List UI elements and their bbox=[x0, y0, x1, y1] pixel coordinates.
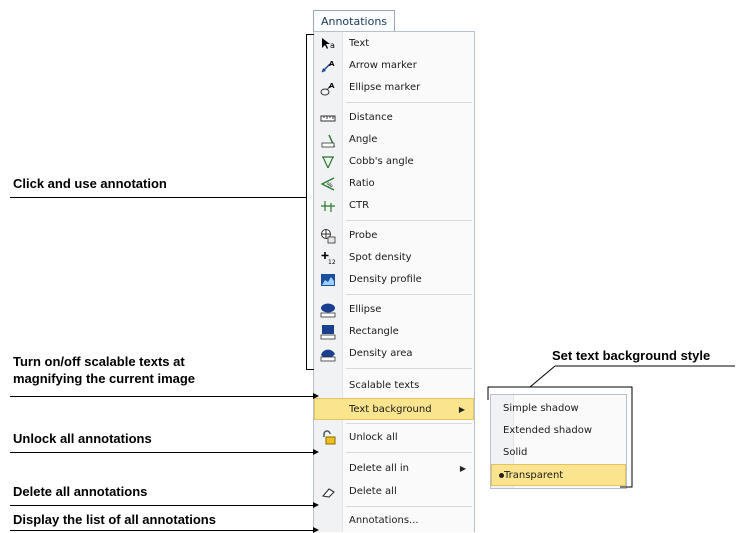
menu-item-spot-density[interactable]: 12 Spot density bbox=[314, 247, 474, 269]
tools-bracket-bottom bbox=[306, 369, 314, 370]
svg-text:%: % bbox=[327, 182, 333, 189]
menu-item-ellipse[interactable]: Ellipse bbox=[314, 299, 474, 321]
menu-item-delete-all[interactable]: Delete all bbox=[314, 481, 474, 503]
note-display-list-line bbox=[10, 530, 314, 531]
arrowhead-icon bbox=[313, 502, 319, 508]
ruler-icon bbox=[320, 115, 336, 122]
menu-item-arrow-marker[interactable]: A Arrow marker bbox=[314, 55, 474, 77]
menu-item-unlock-all[interactable]: Unlock all bbox=[314, 427, 474, 449]
density-profile-icon bbox=[321, 274, 335, 286]
menu-item-angle[interactable]: Angle bbox=[314, 129, 474, 151]
note-unlock-line bbox=[10, 452, 314, 453]
arrowhead-icon bbox=[313, 393, 319, 399]
tools-bracket bbox=[306, 34, 307, 370]
menu-item-distance[interactable]: Distance bbox=[314, 107, 474, 129]
note-scalable-texts: Turn on/off scalable texts at magnifying… bbox=[13, 353, 195, 387]
menu-separator bbox=[346, 423, 472, 424]
angle-icon bbox=[321, 134, 336, 148]
menu-item-ctr[interactable]: CTR bbox=[314, 195, 474, 217]
menu-item-cobbs-angle[interactable]: Cobb's angle bbox=[314, 151, 474, 173]
unlock-icon bbox=[323, 430, 336, 445]
note-click-use-line bbox=[10, 197, 306, 198]
menu-separator bbox=[346, 452, 472, 453]
menu-item-rectangle[interactable]: Rectangle bbox=[314, 321, 474, 343]
rectangle-icon bbox=[320, 325, 336, 340]
menu-item-ellipse-marker[interactable]: A Ellipse marker bbox=[314, 77, 474, 99]
menu-item-density-profile[interactable]: Density profile bbox=[314, 269, 474, 291]
menu-separator bbox=[346, 220, 472, 221]
note-scalable-line bbox=[10, 396, 314, 397]
menu-separator bbox=[346, 368, 472, 369]
ctr-icon bbox=[321, 201, 335, 212]
menu-item-ratio[interactable]: % Ratio bbox=[314, 173, 474, 195]
menu-item-density-area[interactable]: Density area bbox=[314, 343, 474, 365]
text-background-bracket bbox=[487, 365, 735, 488]
spot-density-icon: 12 bbox=[321, 252, 336, 266]
menu-item-text-background[interactable]: Text background ▶ bbox=[314, 398, 474, 420]
menu-item-annotations-list[interactable]: Annotations... bbox=[314, 510, 474, 532]
note-scalable-line2: magnifying the current image bbox=[13, 371, 196, 386]
menu-item-delete-all-in[interactable]: Delete all in ▶ bbox=[314, 458, 474, 480]
arrowhead-icon bbox=[313, 449, 319, 455]
probe-icon bbox=[321, 229, 336, 244]
text-cursor-icon: a bbox=[322, 38, 335, 50]
svg-text:12: 12 bbox=[328, 259, 336, 266]
menu-item-text[interactable]: a Text bbox=[314, 33, 474, 55]
arrowhead-icon bbox=[313, 527, 319, 533]
tools-bracket-top bbox=[306, 34, 314, 35]
note-delete: Delete all annotations bbox=[13, 484, 148, 499]
svg-text:A: A bbox=[329, 82, 335, 90]
note-scalable-line1: Turn on/off scalable texts at bbox=[13, 354, 185, 369]
ratio-icon: % bbox=[320, 177, 335, 191]
arrow-marker-icon: A bbox=[321, 60, 335, 73]
svg-text:a: a bbox=[330, 41, 335, 50]
density-area-icon bbox=[320, 349, 336, 362]
svg-text:A: A bbox=[329, 60, 335, 68]
note-click-use: Click and use annotation bbox=[13, 176, 167, 191]
menu-separator bbox=[346, 294, 472, 295]
note-delete-line bbox=[10, 505, 314, 506]
note-text-background: Set text background style bbox=[552, 348, 711, 363]
ellipse-marker-icon: A bbox=[320, 82, 335, 96]
menu-separator bbox=[346, 102, 472, 103]
menu-item-scalable-texts[interactable]: Scalable texts bbox=[314, 375, 474, 397]
ellipse-icon bbox=[320, 303, 336, 318]
menu-title-annotations[interactable]: Annotations bbox=[313, 10, 395, 32]
menu-item-probe[interactable]: Probe bbox=[314, 225, 474, 247]
note-display-list: Display the list of all annotations bbox=[13, 512, 216, 527]
menu-items: a Text A Arrow marker A Ellipse marker D… bbox=[314, 31, 474, 532]
menu-separator bbox=[346, 506, 472, 507]
cobb-angle-icon bbox=[322, 156, 334, 169]
note-unlock: Unlock all annotations bbox=[13, 431, 152, 446]
eraser-icon bbox=[321, 488, 335, 498]
